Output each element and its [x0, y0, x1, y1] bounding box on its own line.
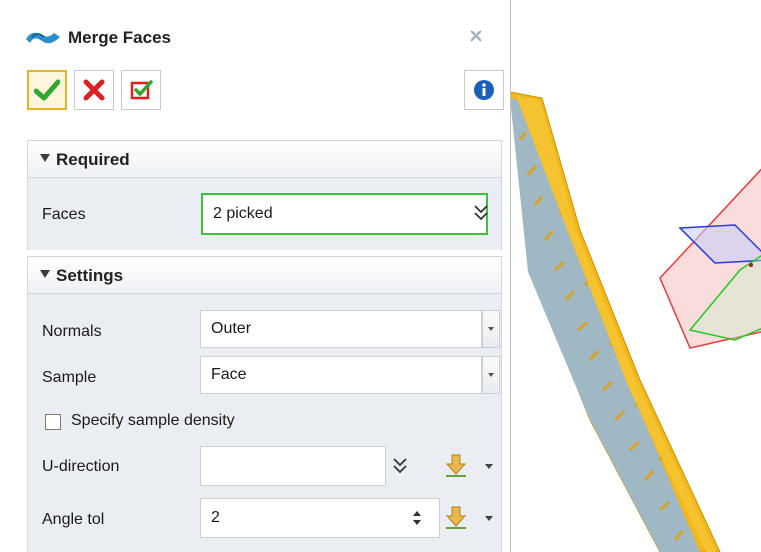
spin-stepper-icon[interactable]	[411, 508, 423, 528]
required-section-title: Required	[56, 150, 130, 169]
settings-section-body: Normals Outer Sample Face Specify sample…	[27, 294, 502, 552]
normals-value: Outer	[211, 320, 252, 337]
apply-button[interactable]	[121, 70, 161, 110]
vector-arrow-icon[interactable]	[442, 504, 470, 532]
info-icon	[474, 80, 494, 100]
angle-tol-menu-arrow[interactable]	[485, 516, 493, 521]
faces-value: 2 picked	[213, 205, 273, 222]
sample-density-checkbox[interactable]	[45, 414, 61, 430]
required-section-body: Faces 2 picked	[27, 178, 502, 250]
close-icon[interactable]	[468, 28, 484, 44]
datum-planes[interactable]	[659, 160, 761, 349]
ok-button[interactable]	[27, 70, 67, 110]
settings-section-header[interactable]: Settings	[27, 256, 502, 294]
u-direction-label: U-direction	[42, 458, 120, 475]
merge-faces-icon	[26, 32, 60, 44]
collapse-triangle-icon	[40, 270, 50, 278]
chevron-down-icon	[488, 327, 494, 331]
collapse-triangle-icon	[40, 154, 50, 162]
angle-tol-value: 2	[211, 509, 220, 526]
sample-dropdown-arrow[interactable]	[482, 356, 500, 394]
u-direction-menu-arrow[interactable]	[485, 464, 493, 469]
checkmark-icon	[34, 79, 60, 101]
info-button[interactable]	[464, 70, 504, 110]
faces-field[interactable]: 2 picked	[201, 193, 488, 235]
x-icon	[83, 79, 105, 101]
u-direction-field[interactable]	[200, 446, 386, 486]
normals-select[interactable]: Outer	[200, 310, 482, 348]
panel-title-bar: Merge Faces	[0, 0, 510, 78]
sample-label: Sample	[42, 369, 97, 386]
panel-title: Merge Faces	[68, 28, 171, 47]
sample-select[interactable]: Face	[200, 356, 482, 394]
cancel-button[interactable]	[74, 70, 114, 110]
sample-value: Face	[211, 366, 247, 383]
merge-faces-panel: Merge Faces Required Faces 2 picked Sett…	[0, 0, 511, 552]
double-chevron-down-icon[interactable]	[391, 455, 409, 477]
double-chevron-down-icon[interactable]	[472, 202, 490, 224]
settings-section-title: Settings	[56, 266, 124, 285]
angle-tol-field[interactable]: 2	[200, 498, 440, 538]
chevron-down-icon	[488, 373, 494, 377]
faces-label: Faces	[42, 206, 86, 223]
required-section-header[interactable]: Required	[27, 140, 502, 178]
angle-tol-label: Angle tol	[42, 511, 105, 528]
normals-dropdown-arrow[interactable]	[482, 310, 500, 348]
sample-density-label: Specify sample density	[71, 412, 235, 429]
apply-check-icon	[130, 80, 153, 100]
normals-label: Normals	[42, 323, 102, 340]
vector-arrow-icon[interactable]	[442, 452, 470, 480]
